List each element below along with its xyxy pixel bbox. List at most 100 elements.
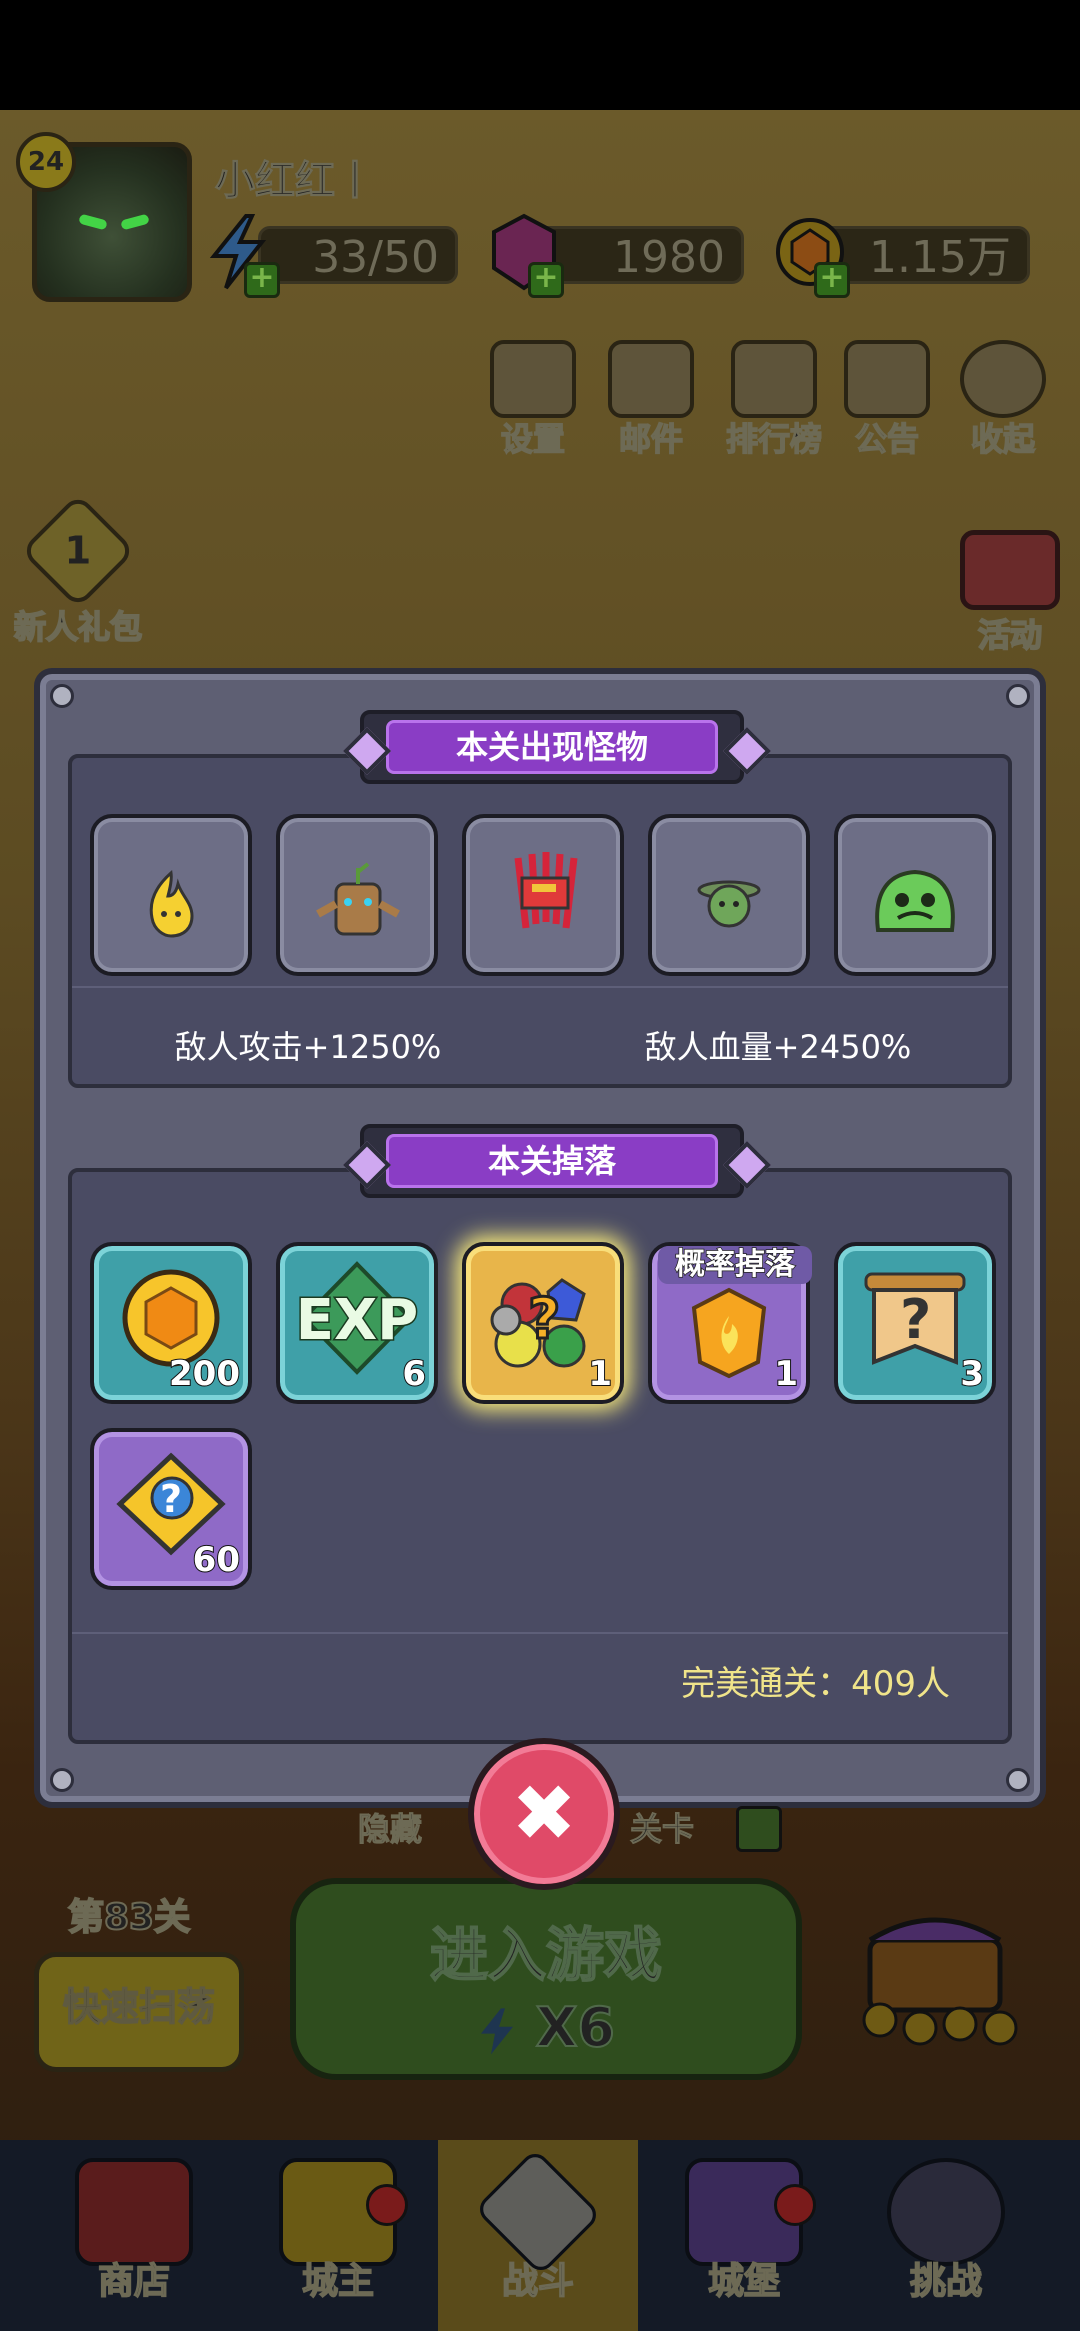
monster-slot[interactable] — [90, 814, 252, 976]
energy-bar: 33/50 — [258, 226, 458, 284]
notification-badge — [366, 2184, 408, 2226]
drop-item[interactable]: ? 60 — [90, 1428, 252, 1590]
nav-challenge-label: 挑战 — [909, 2260, 983, 2303]
nav-castle[interactable]: 城堡 — [644, 2140, 844, 2331]
drop-count: 6 — [401, 1353, 427, 1395]
gems-value: 1980 — [613, 232, 725, 283]
close-dialog-button[interactable]: ✖ — [468, 1738, 620, 1890]
newbie-pack-number: 1 — [64, 528, 92, 574]
drop-count: 1 — [587, 1353, 613, 1395]
drop-count: 3 — [959, 1353, 985, 1395]
green-slime-hat-icon — [697, 880, 761, 928]
hidden-stage-label-right: 关卡 — [629, 1810, 695, 1849]
gold-value: 1.15万 — [869, 232, 1011, 283]
enemy-attack-value: +1250% — [302, 1028, 442, 1066]
corner-bolt — [50, 684, 74, 708]
enter-game-button[interactable]: 进入游戏 X6 — [290, 1878, 802, 2080]
nav-lord[interactable]: 城主 — [238, 2140, 438, 2331]
drop-count: 60 — [192, 1539, 241, 1581]
announcement-button[interactable]: 公告 — [842, 340, 932, 460]
corner-bolt — [50, 1768, 74, 1792]
settings-label: 设置 — [500, 419, 566, 459]
monster-slot[interactable] — [648, 814, 810, 976]
monster-slot[interactable] — [834, 814, 996, 976]
player-name: 小红红丨 — [215, 158, 376, 205]
nav-shop-label: 商店 — [97, 2260, 171, 2303]
probability-drop-tag: 概率掉落 — [658, 1246, 812, 1284]
monster-slot[interactable] — [276, 814, 438, 976]
enemy-hp-value: +2450% — [772, 1028, 912, 1066]
energy-add-button[interactable]: + — [244, 262, 280, 298]
drop-item[interactable]: ? 3 — [834, 1242, 996, 1404]
collapse-icon — [960, 340, 1046, 418]
newbie-pack-label: 新人礼包 — [13, 607, 143, 647]
energy-value: 33/50 — [312, 232, 439, 283]
megaphone-icon — [844, 340, 930, 418]
exp-text: EXP — [294, 1287, 419, 1355]
energy-cost-value: X6 — [535, 1995, 616, 2060]
enter-game-label: 进入游戏 — [429, 1920, 663, 1990]
stage-info-dialog: 敌人攻击+1250% 敌人血量+2450% 本关出现怪物 完美通关：409人 本… — [34, 668, 1046, 1808]
svg-text:?: ? — [528, 1287, 560, 1352]
mail-button[interactable]: 邮件 — [606, 340, 696, 460]
drop-count: 1 — [773, 1353, 799, 1395]
activity-label: 活动 — [977, 615, 1043, 655]
player-level-badge: 24 — [16, 132, 76, 192]
nav-lord-label: 城主 — [301, 2260, 375, 2303]
mail-icon — [608, 340, 694, 418]
settings-button[interactable]: 设置 — [488, 340, 578, 460]
activity-button[interactable]: 活动 — [940, 530, 1080, 656]
nav-castle-label: 城堡 — [707, 2260, 781, 2303]
drops-title: 本关掉落 — [386, 1134, 718, 1188]
status-bar — [0, 0, 1080, 110]
gold-bar: 1.15万 — [820, 226, 1030, 284]
hidden-stage-checkbox[interactable] — [736, 1806, 782, 1852]
enemy-attack-label: 敌人攻击 — [174, 1028, 303, 1066]
demon-icon — [887, 2158, 1005, 2266]
red-crab-icon — [514, 852, 578, 929]
bottom-navigation: 商店 城主 战斗 城堡 挑战 — [0, 2140, 1080, 2331]
newbie-pack-icon: 1 — [20, 493, 136, 609]
drop-item[interactable]: 200 — [90, 1242, 252, 1404]
nav-battle[interactable]: 战斗 — [438, 2140, 638, 2331]
newbie-pack-button[interactable]: 1 新人礼包 — [8, 493, 148, 648]
tree-stump-icon — [316, 862, 400, 936]
gear-icon — [490, 340, 576, 418]
svg-text:?: ? — [900, 1288, 931, 1351]
collapse-button[interactable]: 收起 — [958, 340, 1048, 460]
enemy-hp-stat: 敌人血量+2450% — [548, 1022, 1008, 1068]
perfect-clear-count: 完美通关：409人 — [681, 1664, 950, 1704]
gift-icon — [960, 530, 1060, 610]
nav-challenge[interactable]: 挑战 — [846, 2140, 1046, 2331]
flame-sprite-icon — [149, 870, 194, 938]
monster-slot[interactable] — [462, 814, 624, 976]
quick-sweep-button[interactable]: 快速扫荡 — [34, 1952, 244, 2072]
collapse-label: 收起 — [970, 419, 1036, 459]
corner-bolt — [1006, 1768, 1030, 1792]
green-blob-icon — [875, 869, 955, 932]
drops-title-banner: 本关掉落 — [360, 1124, 744, 1198]
energy-cost: X6 — [296, 1995, 796, 2060]
ranking-icon — [731, 340, 817, 418]
monsters-title: 本关出现怪物 — [386, 720, 718, 774]
nav-shop[interactable]: 商店 — [34, 2140, 234, 2331]
ranking-label: 排行榜 — [725, 419, 823, 459]
corner-bolt — [1006, 684, 1030, 708]
drop-item[interactable]: 概率掉落 1 — [648, 1242, 812, 1404]
drop-item[interactable]: EXP 6 — [276, 1242, 438, 1404]
drop-item[interactable]: ? 1 — [462, 1242, 624, 1404]
monsters-title-banner: 本关出现怪物 — [360, 710, 744, 784]
enemy-hp-label: 敌人血量 — [644, 1028, 773, 1066]
enemy-attack-stat: 敌人攻击+1250% — [78, 1022, 538, 1068]
announcement-label: 公告 — [854, 419, 920, 459]
svg-text:?: ? — [160, 1477, 182, 1521]
stage-number: 第83关 — [67, 1896, 191, 1939]
mail-label: 邮件 — [618, 419, 684, 459]
drop-count: 200 — [168, 1353, 241, 1395]
gold-add-button[interactable]: + — [814, 262, 850, 298]
ranking-button[interactable]: 排行榜 — [724, 340, 824, 460]
gems-add-button[interactable]: + — [528, 262, 564, 298]
notification-badge — [774, 2184, 816, 2226]
hidden-stage-label: 隐藏 — [357, 1810, 423, 1849]
treasure-chest-icon[interactable] — [840, 1900, 1040, 2050]
